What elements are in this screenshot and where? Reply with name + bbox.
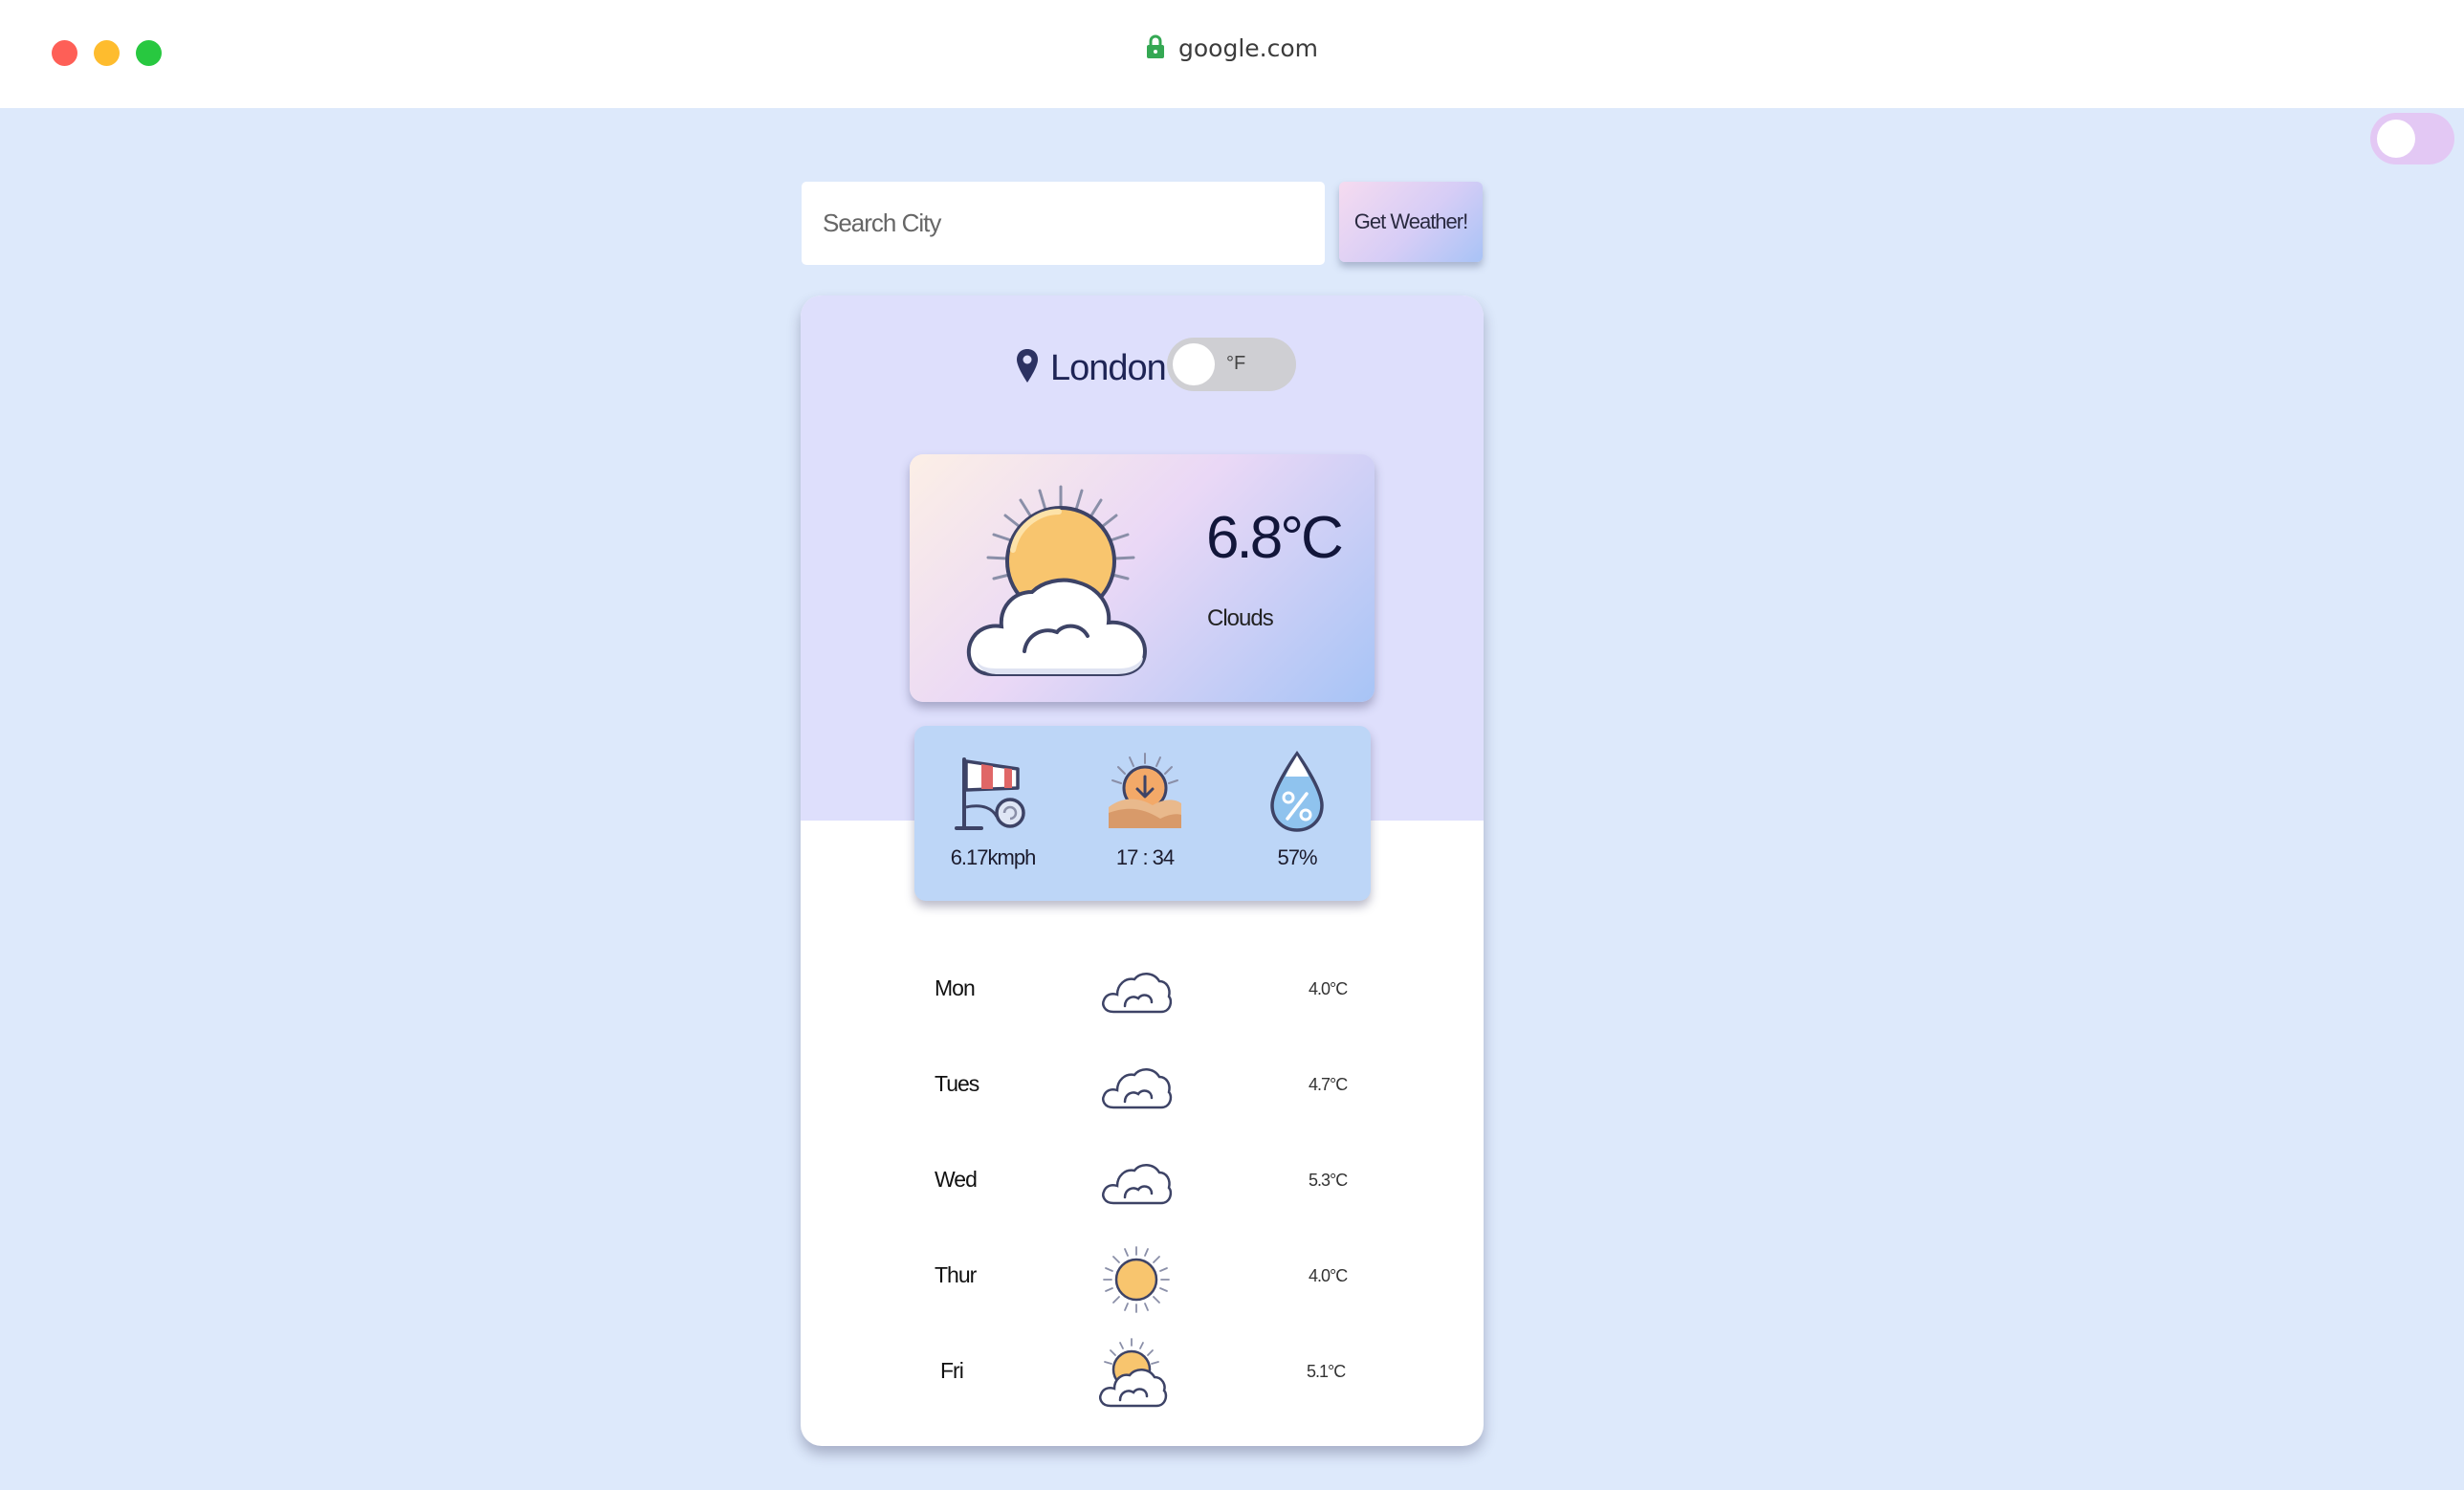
forecast-temp: 4.0°C [1309,1266,1348,1285]
stat-humidity: 57% [1235,750,1359,870]
forecast-row: Fri 5.1°C [801,1333,1484,1410]
city-name: London [1050,347,1167,388]
forecast-day: Fri [940,1358,964,1383]
wind-speed: 6.17kmph [950,845,1037,869]
forecast-row: Tues 4.7°C [801,1046,1484,1123]
humidity-value: 57% [1277,845,1317,869]
sun-icon [1103,1246,1170,1313]
forecast-temp: 5.3°C [1309,1171,1348,1190]
location: London [1016,340,1167,397]
humidity-drop-icon [1270,751,1324,832]
forecast-day: Thur [935,1262,977,1287]
browser-titlebar: google.com [0,0,2464,108]
stats-panel: 6.17kmph 17 : 34 57% [914,726,1371,901]
search-city-input[interactable] [802,182,1325,265]
unit-toggle[interactable]: °F [1167,338,1296,391]
cloud-icon [1102,1164,1173,1205]
get-weather-button[interactable]: Get Weather! [1339,182,1483,262]
unit-toggle-label: °F [1226,353,1246,374]
weather-card: London °F 6.8°C Clouds 6.17kmph 17: 34 … [801,296,1484,1446]
forecast-temp: 4.0°C [1309,979,1348,998]
forecast-day: Mon [935,975,976,1000]
theme-toggle-knob [2377,120,2415,158]
forecast-row: Mon 4.0°C [801,951,1484,1027]
forecast-temp: 4.7°C [1309,1075,1348,1094]
windsock-icon [955,757,1025,830]
sun-behind-cloud-icon [1099,1338,1168,1408]
forecast-day: Tues [935,1071,979,1096]
forecast-row: Thur 4.0°C [801,1238,1484,1314]
cloud-icon [1102,973,1173,1014]
lock-icon [1146,34,1165,65]
url-text: google.com [1178,34,1318,62]
address-bar[interactable]: google.com [0,34,2464,65]
sunset-icon [1109,753,1181,828]
cloud-icon [1102,1068,1173,1109]
forecast-temp: 5.1°C [1307,1362,1346,1381]
forecast-row: Wed 5.3°C [801,1142,1484,1218]
sun-behind-cloud-icon [966,485,1148,676]
unit-toggle-knob [1173,343,1215,385]
current-weather-panel: 6.8°C Clouds [910,454,1375,702]
sunset-time: 17 : 34 [1115,845,1175,869]
current-temperature: 6.8°C [1206,505,1344,571]
stat-wind: 6.17kmph [931,750,1055,870]
current-description: Clouds [1207,605,1274,631]
map-pin-icon [1016,348,1039,389]
stat-sunset: 17 : 34 [1083,750,1207,870]
forecast-day: Wed [935,1167,978,1192]
theme-toggle[interactable] [2370,113,2454,164]
